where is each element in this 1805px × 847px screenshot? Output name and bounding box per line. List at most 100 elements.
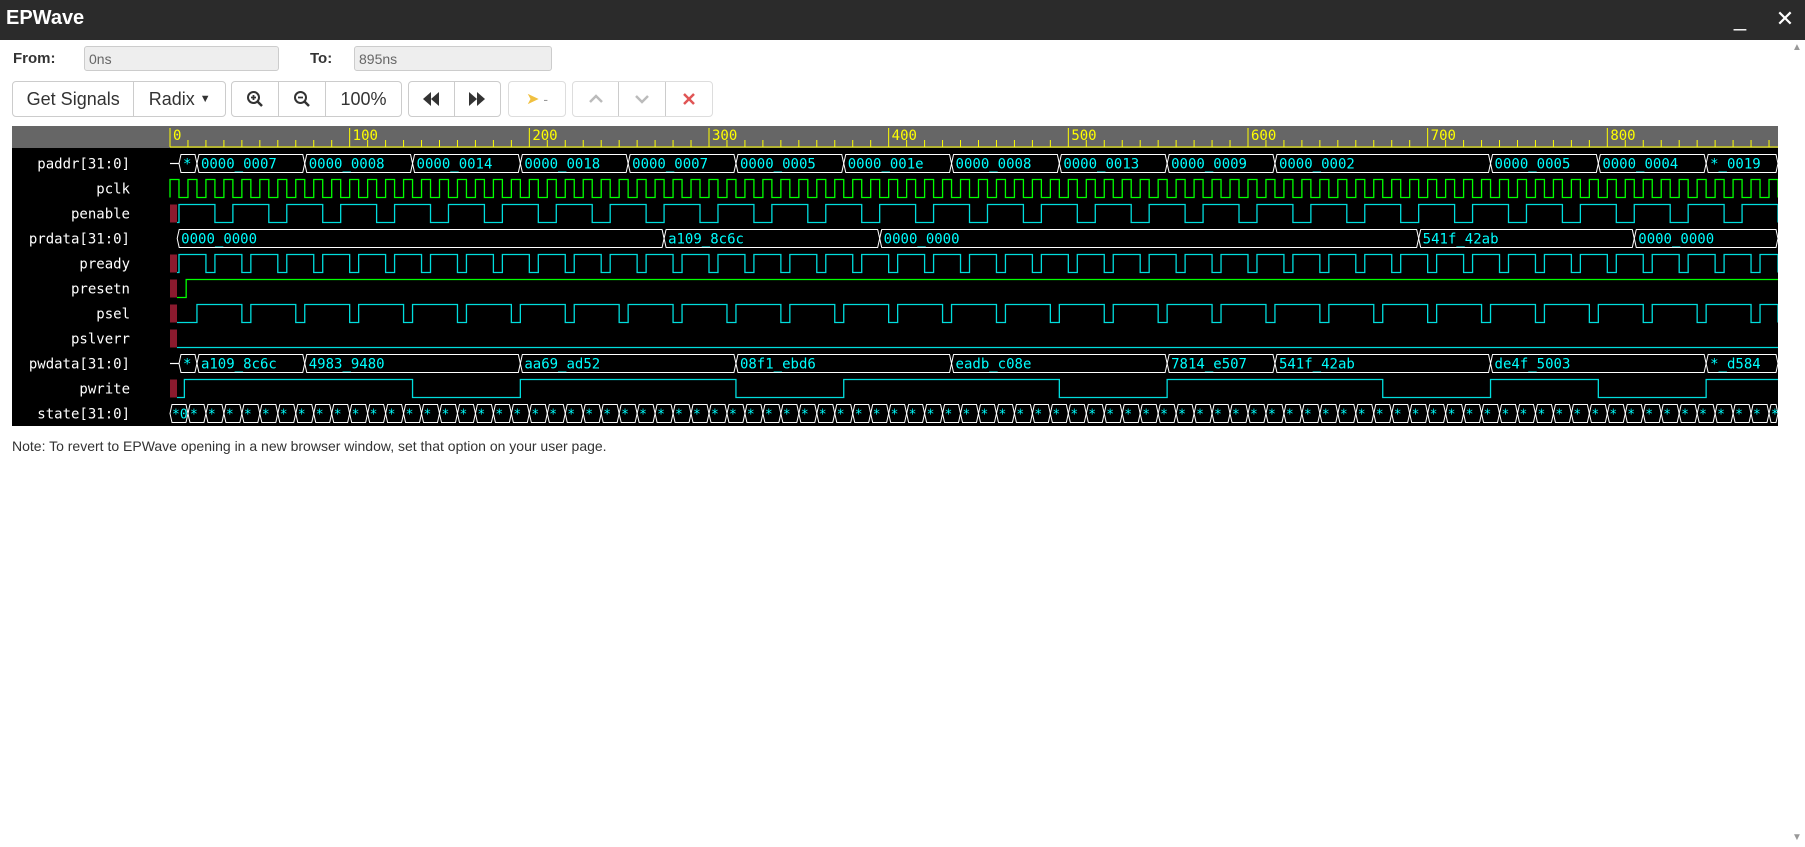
bus-value-label: 7814_e507 <box>1171 357 1247 373</box>
bus-value-label: * <box>183 157 191 173</box>
state-value-label: * <box>1645 408 1653 423</box>
bus-value-label: 541f_42ab <box>1423 232 1499 248</box>
step-back-button[interactable] <box>409 82 455 116</box>
state-value-label: * <box>1106 408 1114 423</box>
state-value-label: *0 <box>172 408 188 423</box>
bus-value-label: de4f_5003 <box>1495 357 1571 373</box>
cursor-button[interactable]: ➤ - <box>509 82 565 116</box>
bus-value-label: *_d584 <box>1710 357 1761 373</box>
fast-forward-icon <box>469 92 486 106</box>
waveform-panel[interactable]: 0 100 200 300 400 500 600 700 800 paddr[31:0] * 000… <box>12 126 1778 426</box>
state-value-label: * <box>549 408 557 423</box>
state-value-label: * <box>280 408 288 423</box>
scroll-up-icon[interactable]: ▲ <box>1791 42 1803 54</box>
state-value-label: * <box>783 408 791 423</box>
ruler-tick-label: 100 <box>353 128 378 144</box>
state-value-label: * <box>747 408 755 423</box>
state-value-label: * <box>1016 408 1024 423</box>
state-value-label: * <box>244 408 252 423</box>
state-value-label: * <box>262 408 270 423</box>
state-value-label: * <box>837 408 845 423</box>
to-label: To: <box>310 50 333 67</box>
zoom-in-button[interactable] <box>232 82 279 116</box>
state-value-label: * <box>585 408 593 423</box>
state-value-label: * <box>711 408 719 423</box>
radix-label: Radix <box>148 88 195 109</box>
state-value-label: * <box>298 408 306 423</box>
signal-name-prdata: prdata[31:0] <box>29 232 130 248</box>
bus-value-label: 0000_0007 <box>632 157 708 173</box>
bus-value-label: 0000_0000 <box>181 232 257 248</box>
state-value-label: * <box>873 408 881 423</box>
state-value-label: * <box>1322 408 1330 423</box>
state-value-label: * <box>1681 408 1689 423</box>
bus-value-label: eadb_c08e <box>956 357 1032 373</box>
signal-name-state: state[31:0] <box>37 407 130 423</box>
state-value-label: * <box>477 408 485 423</box>
bus-value-label: 0000_0009 <box>1171 157 1247 173</box>
state-value-label: * <box>891 408 899 423</box>
state-value-label: * <box>370 408 378 423</box>
state-value-label: * <box>1304 408 1312 423</box>
state-value-label: * <box>927 408 935 423</box>
state-value-label: * <box>1376 408 1384 423</box>
state-value-label: * <box>1412 408 1420 423</box>
state-value-label: * <box>1717 408 1725 423</box>
state-value-label: * <box>1358 408 1366 423</box>
to-input[interactable] <box>354 46 552 71</box>
move-up-button[interactable] <box>573 82 620 116</box>
signal-name-presetn: presetn <box>71 282 130 298</box>
remove-signal-button[interactable] <box>666 82 712 116</box>
scroll-down-icon[interactable]: ▼ <box>1791 832 1803 844</box>
bus-value-label: 0000_0008 <box>956 157 1032 173</box>
state-value-label: * <box>909 408 917 423</box>
state-value-label: * <box>1430 408 1438 423</box>
state-value-label: * <box>567 408 575 423</box>
from-input[interactable] <box>84 46 279 71</box>
zoom-out-button[interactable] <box>279 82 326 116</box>
bus-value-label: aa69_ad52 <box>524 357 600 373</box>
close-window-button[interactable]: ✕ <box>1772 6 1798 32</box>
state-value-label: * <box>729 408 737 423</box>
state-value-label: * <box>963 408 971 423</box>
state-value-label: * <box>945 408 953 423</box>
signal-name-pready: pready <box>79 257 130 273</box>
minimize-button[interactable]: _ <box>1727 6 1753 32</box>
state-value-label: * <box>1124 408 1132 423</box>
zoom-out-icon <box>294 91 310 107</box>
bus-value-label: 541f_42ab <box>1279 357 1355 373</box>
step-wave <box>177 278 1778 299</box>
bus-value-label: a109_8c6c <box>201 357 277 373</box>
state-value-label: * <box>603 408 611 423</box>
state-value-label: * <box>675 408 683 423</box>
radix-button[interactable]: Radix ▼ <box>134 82 225 116</box>
navigate-button-group <box>408 81 501 117</box>
state-value-label: * <box>1340 408 1348 423</box>
ruler-tick-label: 700 <box>1431 128 1456 144</box>
signal-order-button-group <box>572 81 713 117</box>
state-value-label: * <box>1232 408 1240 423</box>
bus-value-label: 0000_0013 <box>1063 157 1139 173</box>
state-value-label: * <box>334 408 342 423</box>
signal-name-pwrite: pwrite <box>79 382 130 398</box>
bus-value-label: 0000_0004 <box>1602 157 1678 173</box>
state-value-label: * <box>1537 408 1545 423</box>
state-value-label: * <box>406 408 414 423</box>
bus-value-label: 0000_0007 <box>201 157 277 173</box>
step-forward-button[interactable] <box>455 82 501 116</box>
bus-value-label: 0000_001e <box>848 157 924 173</box>
state-value-label: * <box>495 408 503 423</box>
state-value-label: * <box>639 408 647 423</box>
state-value-label: * <box>388 408 396 423</box>
signal-name-pwdata: pwdata[31:0] <box>29 357 130 373</box>
cursor-label: - <box>543 91 549 107</box>
clock-wave <box>169 178 1778 199</box>
get-signals-button[interactable]: Get Signals <box>13 82 135 116</box>
move-down-button[interactable] <box>619 82 666 116</box>
state-value-label: * <box>1735 408 1743 423</box>
state-value-label: * <box>1448 408 1456 423</box>
state-value-label: * <box>819 408 827 423</box>
zoom-level-button[interactable]: 100% <box>326 82 401 116</box>
bus-value-label: * <box>183 357 191 373</box>
reset-marker <box>170 304 177 323</box>
